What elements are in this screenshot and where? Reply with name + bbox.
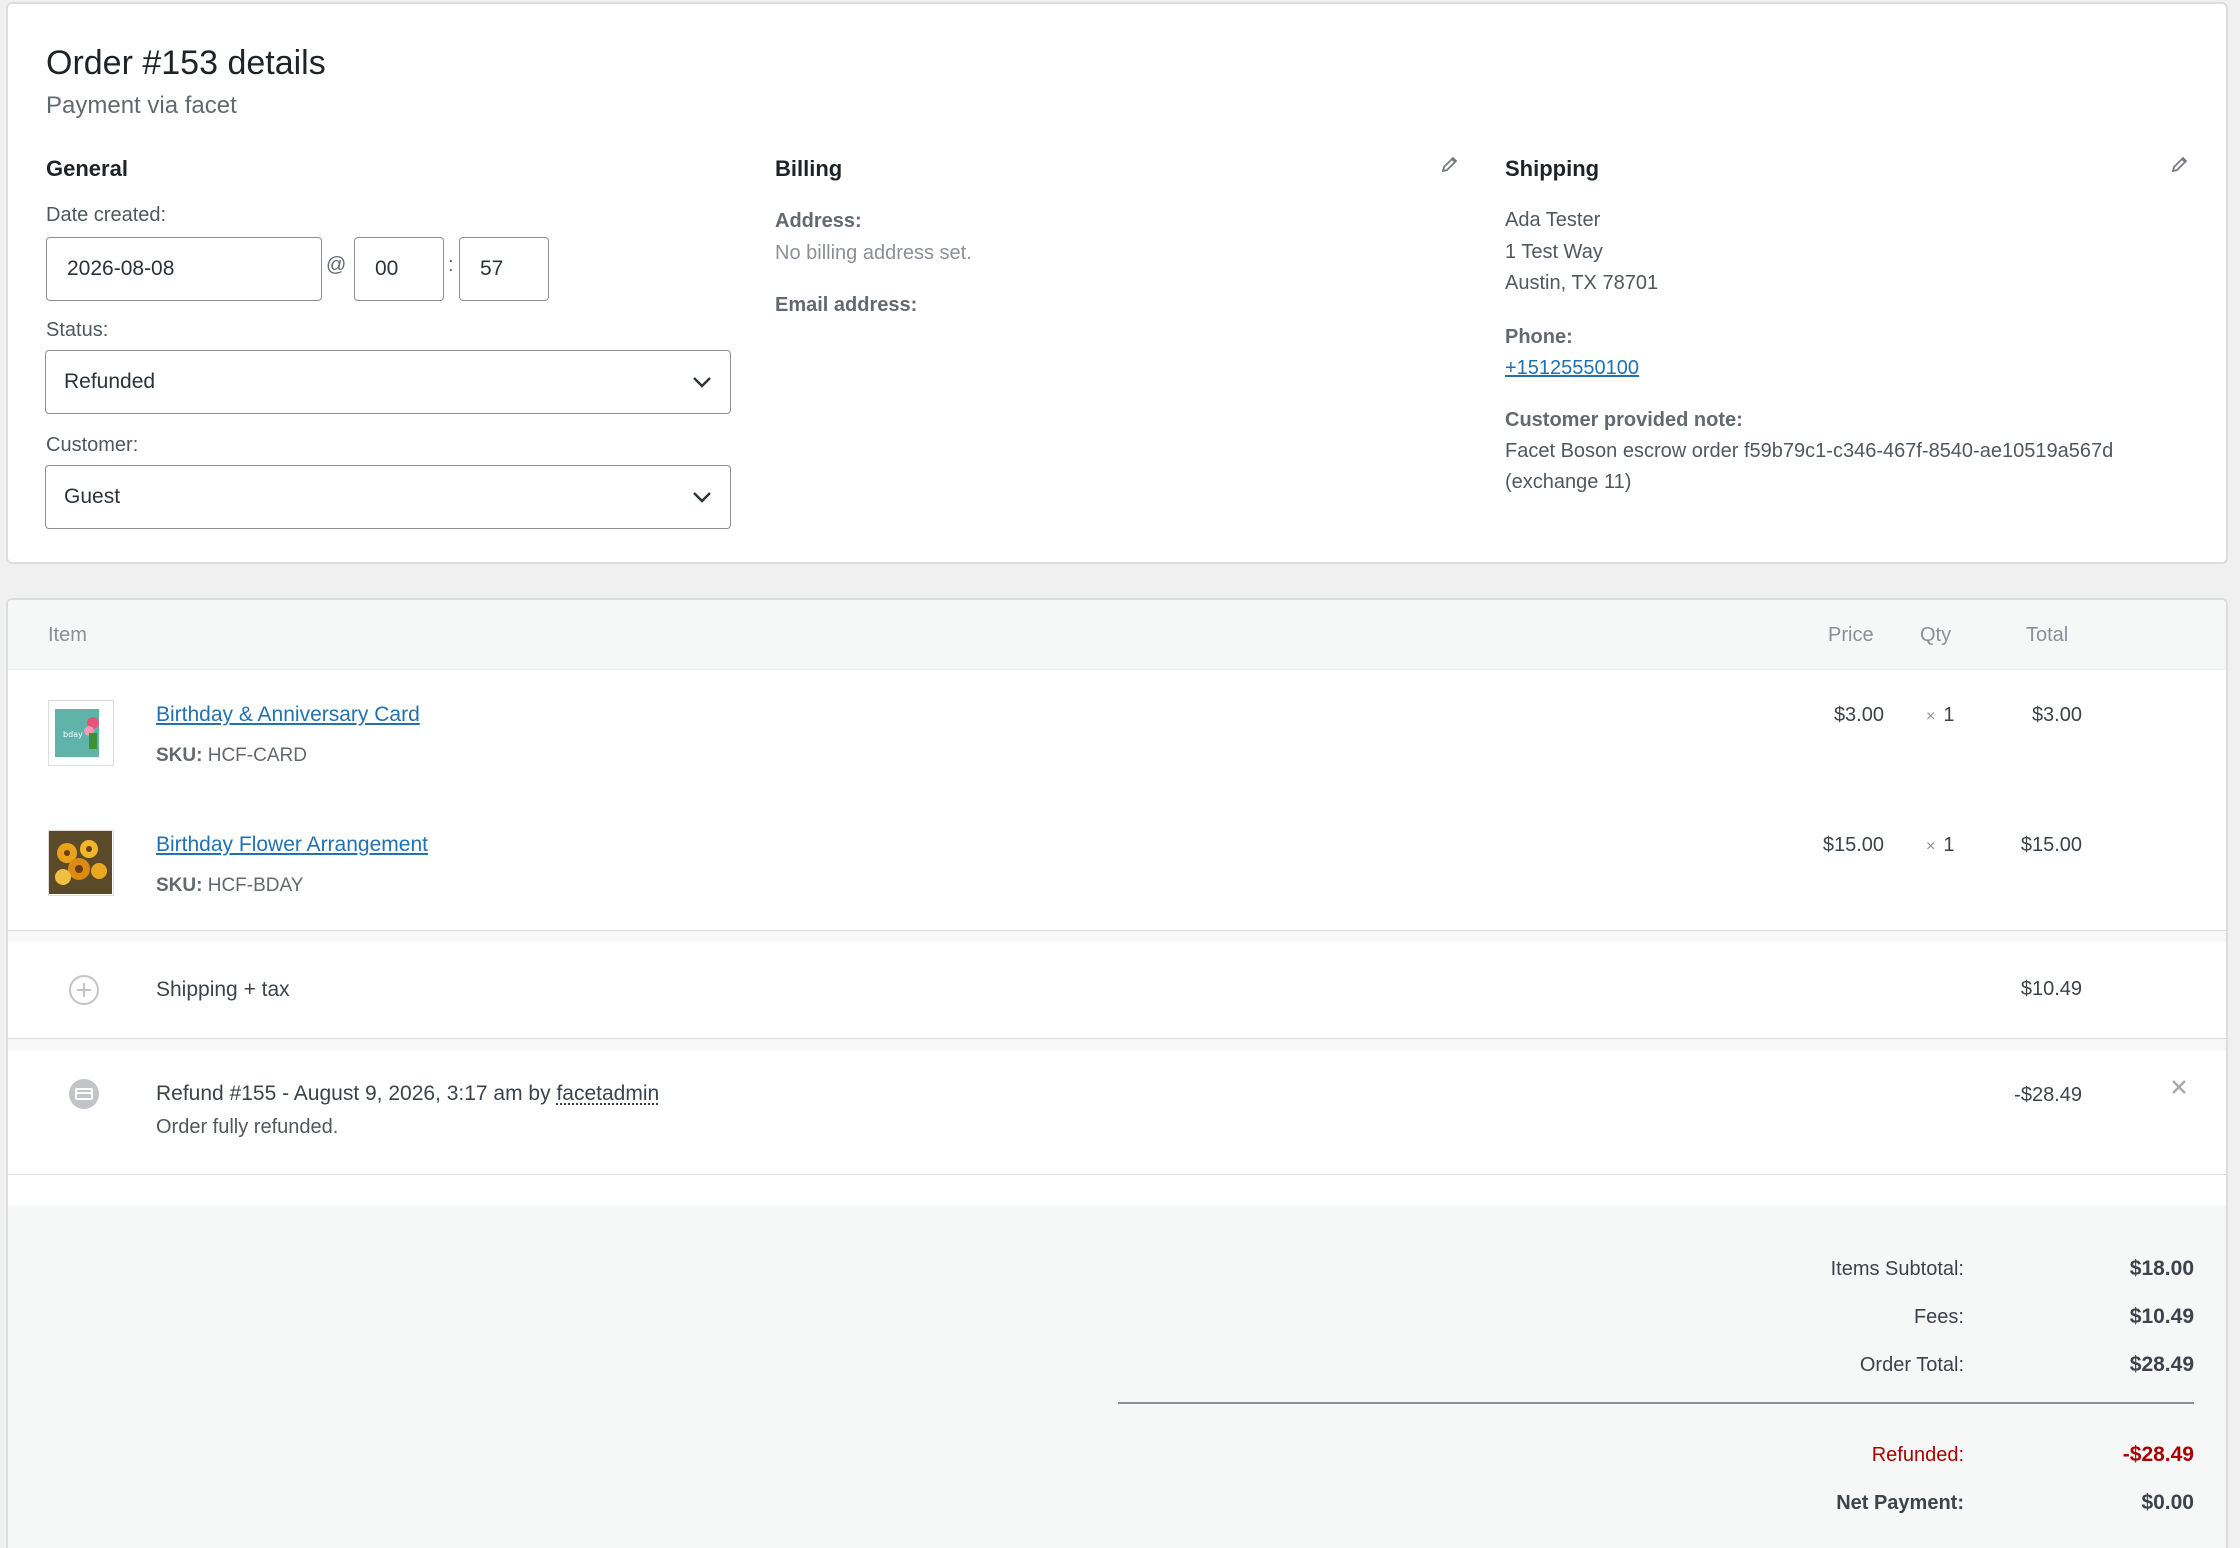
hour-input[interactable]: 00 <box>354 237 444 301</box>
sku-label: SKU: <box>156 745 203 766</box>
items-subtotal-value: $18.00 <box>2129 1257 2194 1280</box>
customer-note-line1: Facet Boson escrow order f59b79c1-c346-4… <box>1505 440 2114 462</box>
multiply-sign: × <box>1926 838 1936 855</box>
refunded-label: Refunded: <box>1871 1444 1964 1466</box>
refunded-value: -$28.49 <box>2122 1443 2194 1466</box>
chevron-down-icon <box>692 491 712 503</box>
customer-value: Guest <box>64 485 121 508</box>
sku-value: HCF-BDAY <box>207 875 304 896</box>
table-row: bday Birthday & Anniversary Card SKU: HC… <box>8 670 2226 800</box>
customer-note-label: Customer provided note: <box>1505 409 1743 431</box>
header-item: Item <box>48 624 87 646</box>
item-price: $3.00 <box>1833 704 1884 726</box>
shipping-city: Austin, TX 78701 <box>1505 272 1659 294</box>
multiply-sign: × <box>1926 708 1936 725</box>
header-qty: Qty <box>1920 624 1952 646</box>
items-subtotal-label: Items Subtotal: <box>1830 1258 1964 1280</box>
order-items-panel: Item Price Qty Total bday Birthday & Ann… <box>6 598 2228 1548</box>
fee-label: Shipping + tax <box>156 978 290 1001</box>
refund-row: Refund #155 - August 9, 2026, 3:17 am by… <box>8 1050 2226 1174</box>
billing-address-value: No billing address set. <box>775 242 972 264</box>
order-totals: Items Subtotal: $18.00 Fees: $10.49 Orde… <box>8 1206 2226 1548</box>
product-link[interactable]: Birthday Flower Arrangement <box>156 833 428 857</box>
minute-input[interactable]: 57 <box>459 237 549 301</box>
status-label: Status: <box>46 319 109 341</box>
order-title: Order #153 details <box>46 44 326 82</box>
pencil-icon[interactable] <box>2170 154 2190 180</box>
product-thumbnail: bday <box>48 700 114 766</box>
order-data-panel: Order #153 details Payment via facet Gen… <box>6 2 2228 564</box>
general-heading: General <box>46 156 128 181</box>
svg-text:bday: bday <box>63 730 83 739</box>
date-created-input[interactable]: 2026-08-08 <box>46 237 322 301</box>
refund-user: facetadmin <box>556 1082 660 1105</box>
shipping-phone-label: Phone: <box>1505 326 1573 348</box>
colon-separator: : <box>448 254 454 276</box>
refund-reason: Order fully refunded. <box>156 1116 339 1138</box>
net-payment-label: Net Payment: <box>1836 1492 1964 1514</box>
item-total: $3.00 <box>2031 704 2082 726</box>
fees-value: $10.49 <box>2129 1305 2194 1328</box>
billing-heading: Billing <box>775 156 843 181</box>
billing-address-label: Address: <box>775 210 862 232</box>
items-table-header: Item Price Qty Total <box>8 600 2226 670</box>
shipping-phone-link[interactable]: +15125550100 <box>1505 353 1639 384</box>
section-divider <box>8 930 2226 942</box>
shipping-heading: Shipping <box>1505 156 1600 181</box>
shipping-street: 1 Test Way <box>1505 241 1603 263</box>
customer-label: Customer: <box>46 434 139 456</box>
order-total-value: $28.49 <box>2129 1353 2194 1376</box>
billing-email-label: Email address: <box>775 294 918 316</box>
payment-method-subtitle: Payment via facet <box>46 92 237 119</box>
refund-amount: -$28.49 <box>2014 1084 2082 1106</box>
order-total-label: Order Total: <box>1859 1354 1964 1376</box>
status-value: Refunded <box>64 370 156 393</box>
fees-label: Fees: <box>1913 1306 1964 1328</box>
product-thumbnail <box>48 830 114 896</box>
item-price: $15.00 <box>1822 834 1884 856</box>
shipping-name: Ada Tester <box>1505 209 1601 231</box>
header-price: Price <box>1828 624 1874 646</box>
date-created-label: Date created: <box>46 204 167 226</box>
chevron-down-icon <box>692 376 712 388</box>
net-payment-value: $0.00 <box>2141 1491 2194 1514</box>
sku-line: SKU: HCF-BDAY <box>156 875 303 897</box>
at-separator: @ <box>326 254 347 276</box>
fee-amount: $10.49 <box>2020 978 2082 1000</box>
customer-select[interactable]: Guest <box>45 465 731 529</box>
table-row: Birthday Flower Arrangement SKU: HCF-BDA… <box>8 800 2226 930</box>
totals-divider <box>1118 1402 2194 1404</box>
customer-note-line2: (exchange 11) <box>1505 471 1632 493</box>
section-divider <box>8 1038 2226 1050</box>
section-divider <box>8 1174 2226 1206</box>
close-icon[interactable] <box>2170 1078 2188 1102</box>
sku-line: SKU: HCF-CARD <box>156 745 307 767</box>
fee-row: Shipping + tax $10.49 <box>8 944 2226 1050</box>
header-total: Total <box>2026 624 2069 646</box>
refund-circle-icon <box>68 1078 100 1116</box>
refund-title-text: Refund #155 - August 9, 2026, 3:17 am by <box>156 1082 557 1105</box>
status-select[interactable]: Refunded <box>45 350 731 414</box>
pencil-icon[interactable] <box>1440 154 1460 180</box>
sku-label: SKU: <box>156 875 203 896</box>
product-link[interactable]: Birthday & Anniversary Card <box>156 703 420 727</box>
plus-circle-icon <box>68 974 100 1012</box>
sku-value: HCF-CARD <box>207 745 307 766</box>
refund-title: Refund #155 - August 9, 2026, 3:17 am by… <box>156 1082 659 1106</box>
item-total: $15.00 <box>2020 834 2082 856</box>
